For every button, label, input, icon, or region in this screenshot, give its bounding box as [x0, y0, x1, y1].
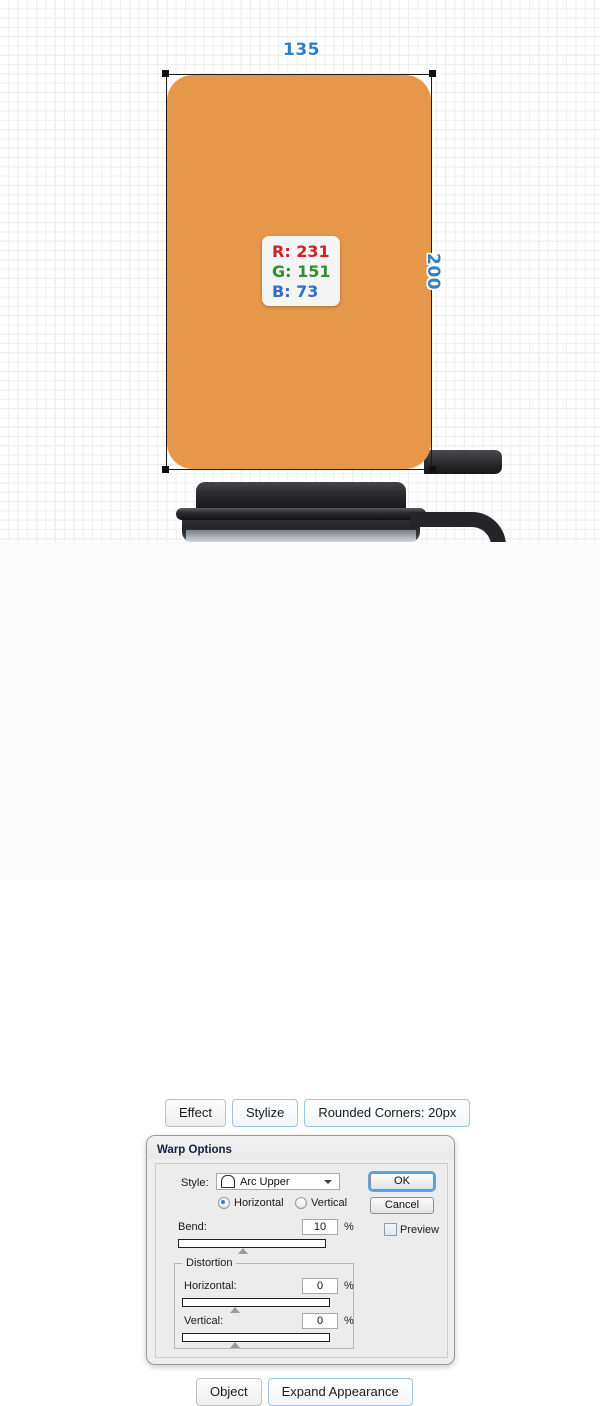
- width-dimension-label: 135: [283, 40, 320, 60]
- preview-checkbox[interactable]: [384, 1223, 397, 1236]
- style-dropdown[interactable]: Arc Upper: [216, 1173, 340, 1190]
- distortion-horizontal-unit: %: [344, 1280, 354, 1292]
- arc-upper-icon: [221, 1175, 235, 1188]
- radio-horizontal-label: Horizontal: [234, 1197, 284, 1209]
- style-selected-value: Arc Upper: [240, 1175, 290, 1188]
- illustration-canvas[interactable]: 135 200 R: 231 G: 151 B: 73: [0, 0, 600, 542]
- rgb-blue-value: B: 73: [272, 282, 319, 301]
- bottom-action-row: Object Expand Appearance: [196, 1378, 419, 1406]
- carafe-handle: [410, 512, 506, 542]
- dialog-titlebar[interactable]: Warp Options: [147, 1136, 454, 1159]
- rgb-color-readout: R: 231 G: 151 B: 73: [262, 236, 340, 306]
- selection-anchor-bottom-right[interactable]: [429, 466, 436, 473]
- coffee-maker-rim: [176, 508, 426, 520]
- dialog-title: Warp Options: [157, 1144, 232, 1156]
- selection-anchor-bottom-left[interactable]: [162, 466, 169, 473]
- distortion-horizontal-slider[interactable]: [182, 1298, 330, 1307]
- breadcrumb: Effect Stylize Rounded Corners: 20px: [165, 1099, 476, 1127]
- distortion-vertical-input[interactable]: 0: [302, 1313, 338, 1329]
- distortion-horizontal-input[interactable]: 0: [302, 1278, 338, 1294]
- rgb-red-value: R: 231: [272, 242, 330, 261]
- chevron-down-icon[interactable]: [324, 1180, 332, 1184]
- bend-slider[interactable]: [178, 1239, 326, 1248]
- distortion-vertical-unit: %: [344, 1315, 354, 1327]
- menu-item-expand-appearance[interactable]: Expand Appearance: [267, 1378, 413, 1406]
- distortion-vertical-slider-thumb[interactable]: [230, 1342, 240, 1348]
- instruction-panel: Effect Stylize Rounded Corners: 20px War…: [0, 542, 600, 1406]
- preview-label: Preview: [400, 1223, 440, 1236]
- radio-vertical-label: Vertical: [311, 1197, 348, 1209]
- breadcrumb-item-rounded-corners[interactable]: Rounded Corners: 20px: [304, 1099, 471, 1127]
- bend-unit: %: [344, 1221, 354, 1233]
- breadcrumb-item-effect[interactable]: Effect: [165, 1099, 227, 1127]
- radio-vertical[interactable]: Vertical: [295, 1197, 347, 1209]
- preview-checkbox-row[interactable]: Preview: [384, 1223, 439, 1236]
- radio-horizontal[interactable]: Horizontal: [218, 1197, 284, 1209]
- style-label: Style:: [181, 1177, 209, 1189]
- breadcrumb-item-stylize[interactable]: Stylize: [232, 1099, 299, 1127]
- menu-item-object[interactable]: Object: [196, 1378, 262, 1406]
- radio-vertical-dot[interactable]: [295, 1197, 307, 1209]
- distortion-vertical-slider[interactable]: [182, 1333, 330, 1342]
- bend-input[interactable]: 10: [302, 1219, 338, 1235]
- selection-anchor-top-left[interactable]: [162, 70, 169, 77]
- bend-slider-thumb[interactable]: [238, 1248, 248, 1254]
- distortion-horizontal-slider-thumb[interactable]: [230, 1307, 240, 1313]
- bend-label: Bend:: [178, 1221, 207, 1233]
- distortion-legend: Distortion: [182, 1257, 237, 1269]
- selection-anchor-top-right[interactable]: [429, 70, 436, 77]
- distortion-horizontal-label: Horizontal:: [184, 1280, 237, 1292]
- radio-horizontal-dot[interactable]: [218, 1197, 230, 1209]
- cancel-button[interactable]: Cancel: [370, 1197, 434, 1214]
- warp-options-dialog[interactable]: Warp Options Style: Arc Upper Horizontal…: [146, 1135, 455, 1365]
- carafe-glass: [186, 530, 416, 542]
- height-dimension-label: 200: [423, 253, 443, 290]
- rgb-green-value: G: 151: [272, 262, 331, 281]
- ok-button[interactable]: OK: [368, 1171, 436, 1192]
- dialog-body: Style: Arc Upper Horizontal Vertical Ben…: [155, 1163, 448, 1358]
- distortion-vertical-label: Vertical:: [184, 1315, 224, 1327]
